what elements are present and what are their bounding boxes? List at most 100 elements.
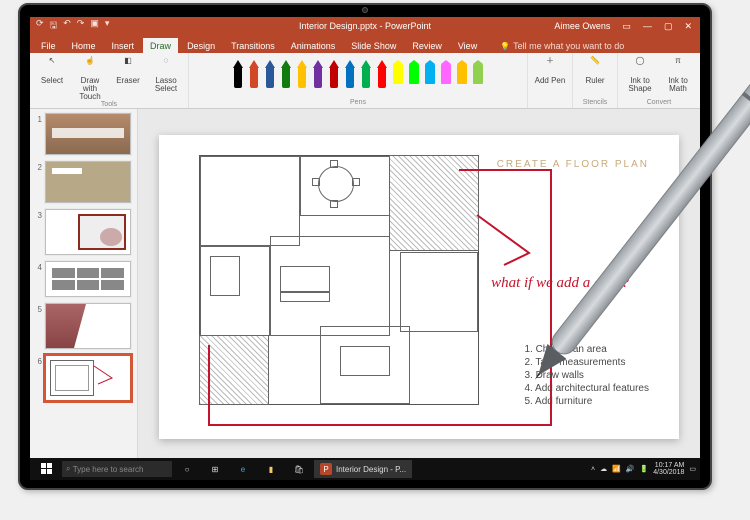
clock-date: 4/30/2018 <box>653 469 684 476</box>
highlighter-swatch[interactable] <box>423 60 437 92</box>
edge-icon[interactable]: e <box>230 460 256 478</box>
highlighter-swatch[interactable] <box>471 60 485 92</box>
taskbar-search[interactable]: ⌕ Type here to search <box>62 461 172 477</box>
close-icon[interactable]: ✕ <box>680 21 696 32</box>
explorer-icon[interactable]: ▮ <box>258 460 284 478</box>
store-icon[interactable]: 🛍 <box>286 460 312 478</box>
touch-icon: ☝ <box>81 57 99 75</box>
webcam-dot <box>362 7 368 13</box>
tell-me-search[interactable]: Tell me what you want to do <box>486 38 631 53</box>
highlighter-swatch[interactable] <box>407 60 421 92</box>
slide-thumbnail-1[interactable] <box>45 113 131 155</box>
start-slideshow-icon[interactable]: ▣ <box>90 18 99 34</box>
task-view-icon[interactable]: ⊞ <box>202 460 228 478</box>
tablet-device-frame: ⟳ 🖫 ↶ ↷ ▣ ▾ Interior Design.pptx - Power… <box>18 3 712 490</box>
slide-thumbnail-5[interactable] <box>45 303 131 349</box>
taskbar-powerpoint[interactable]: P Interior Design - P... <box>314 460 412 478</box>
pen-swatch[interactable] <box>311 60 325 92</box>
step-item: 2. Take measurements <box>524 357 649 368</box>
ink-to-math-button[interactable]: π Ink to Math <box>661 57 695 93</box>
cortana-icon[interactable]: ○ <box>174 460 200 478</box>
window-title: Interior Design.pptx - PowerPoint <box>299 21 431 31</box>
document-name: Interior Design.pptx <box>299 21 377 31</box>
wifi-icon[interactable]: 📶 <box>612 465 621 473</box>
cursor-icon: ↖ <box>43 57 61 75</box>
group-add-pen: ＋ Add Pen <box>528 53 573 108</box>
thumb-number: 6 <box>32 355 42 401</box>
ruler-label: Ruler <box>585 77 604 85</box>
add-pen-button[interactable]: ＋ Add Pen <box>533 57 567 85</box>
select-button[interactable]: ↖ Select <box>35 57 69 85</box>
start-button[interactable] <box>34 460 60 478</box>
pen-swatch[interactable] <box>231 60 245 92</box>
tab-file[interactable]: File <box>34 38 63 53</box>
tab-animations[interactable]: Animations <box>284 38 343 53</box>
tray-chevron-up-icon[interactable]: ˄ <box>591 466 595 473</box>
step-item: 5. Add furniture <box>524 396 649 407</box>
ink-to-shape-button[interactable]: ◯ Ink to Shape <box>623 57 657 93</box>
tab-design[interactable]: Design <box>180 38 222 53</box>
tab-transitions[interactable]: Transitions <box>224 38 282 53</box>
select-label: Select <box>41 77 63 85</box>
maximize-icon[interactable]: ▢ <box>660 21 677 32</box>
ribbon-tabs: File Home Insert Draw Design Transitions… <box>30 35 700 53</box>
group-tools-label: Tools <box>101 101 117 108</box>
slide-thumbnail-6[interactable] <box>45 355 131 401</box>
pen-swatch[interactable] <box>295 60 309 92</box>
pen-swatch[interactable] <box>327 60 341 92</box>
tab-draw[interactable]: Draw <box>143 38 178 53</box>
lasso-select-button[interactable]: ◌ Lasso Select <box>149 57 183 93</box>
save-icon[interactable]: 🖫 <box>50 18 58 34</box>
onedrive-icon[interactable]: ☁ <box>600 465 607 473</box>
autosave-toggle-icon[interactable]: ⟳ <box>36 18 44 34</box>
ruler-button[interactable]: 📏 Ruler <box>578 57 612 85</box>
taskbar-clock[interactable]: 10:17 AM 4/30/2018 <box>653 462 684 476</box>
slide-canvas[interactable]: CREATE A FLOOR PLAN <box>159 135 679 439</box>
add-pen-label: Add Pen <box>535 77 566 85</box>
floorplan-drawing <box>199 155 479 405</box>
tab-view[interactable]: View <box>451 38 484 53</box>
ribbon-display-options-icon[interactable]: ▭ <box>618 21 635 32</box>
pen-swatch[interactable] <box>359 60 373 92</box>
slide-sorter-pane[interactable]: 1 2 3 4 <box>30 109 138 464</box>
slide-thumbnail-3[interactable] <box>45 209 131 255</box>
battery-icon[interactable]: 🔋 <box>640 465 649 473</box>
volume-icon[interactable]: 🔊 <box>626 465 635 473</box>
search-placeholder: Type here to search <box>73 465 144 474</box>
ink-to-shape-label: Ink to Shape <box>623 77 657 93</box>
signed-in-user[interactable]: Aimee Owens <box>550 21 614 31</box>
lasso-label: Lasso Select <box>149 77 183 93</box>
undo-icon[interactable]: ↶ <box>63 18 71 34</box>
tab-slideshow[interactable]: Slide Show <box>344 38 403 53</box>
slide-thumbnail-2[interactable] <box>45 161 131 203</box>
redo-icon[interactable]: ↷ <box>77 18 85 34</box>
windows-logo-icon <box>41 463 53 475</box>
workspace: 1 2 3 4 <box>30 109 700 464</box>
minimize-icon[interactable]: — <box>639 21 656 31</box>
highlighter-swatch[interactable] <box>439 60 453 92</box>
qat-customize-icon[interactable]: ▾ <box>105 18 110 34</box>
tab-insert[interactable]: Insert <box>105 38 142 53</box>
eraser-button[interactable]: ◧ Eraser <box>111 57 145 85</box>
draw-with-touch-button[interactable]: ☝ Draw with Touch <box>73 57 107 101</box>
pen-swatch[interactable] <box>247 60 261 92</box>
steps-list: 1. Choose an area 2. Take measurements 3… <box>524 344 649 409</box>
ink-annotation-text: what if we add a deck? <box>491 275 629 292</box>
tab-review[interactable]: Review <box>405 38 449 53</box>
tab-home[interactable]: Home <box>65 38 103 53</box>
pen-swatch[interactable] <box>279 60 293 92</box>
highlighter-swatch[interactable] <box>391 60 405 92</box>
group-stencils-label: Stencils <box>583 99 608 106</box>
slide-thumbnail-4[interactable] <box>45 261 131 297</box>
pen-swatch[interactable] <box>343 60 357 92</box>
system-tray: ˄ ☁ 📶 🔊 🔋 10:17 AM 4/30/2018 ▭ <box>591 462 696 476</box>
highlighter-swatch[interactable] <box>455 60 469 92</box>
pen-swatch[interactable] <box>375 60 389 92</box>
quick-access-toolbar: ⟳ 🖫 ↶ ↷ ▣ ▾ <box>30 18 109 34</box>
action-center-icon[interactable]: ▭ <box>689 465 696 473</box>
step-item: 4. Add architectural features <box>524 383 649 394</box>
pen-swatch[interactable] <box>263 60 277 92</box>
group-add-pen-label <box>549 99 551 106</box>
slide-editor[interactable]: CREATE A FLOOR PLAN <box>138 109 700 464</box>
group-tools: ↖ Select ☝ Draw with Touch ◧ Eraser ◌ La… <box>30 53 189 108</box>
